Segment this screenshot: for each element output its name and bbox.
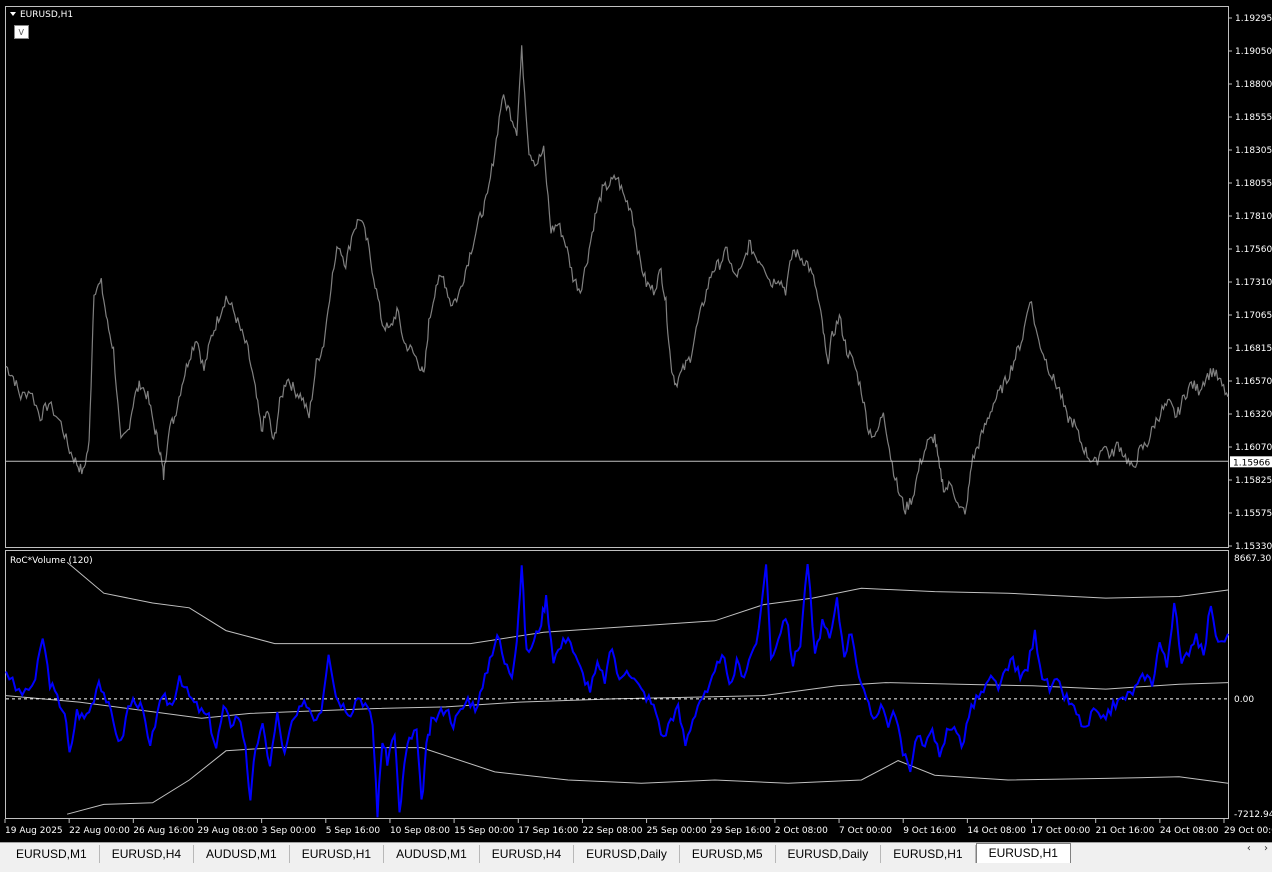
time-tick-label: 15 Sep 00:00 bbox=[454, 826, 514, 836]
chart-tab[interactable]: EURUSD,Daily bbox=[776, 845, 882, 863]
price-tick-label: 1.17560 bbox=[1235, 245, 1272, 255]
time-tick-label: 3 Sep 00:00 bbox=[262, 826, 317, 836]
time-axis: 19 Aug 2025 22 Aug 00:00 26 Aug 16:00 29 Au… bbox=[4, 819, 1272, 836]
time-tick-label: 25 Sep 00:00 bbox=[647, 826, 707, 836]
chart-tab-bar: EURUSD,M1 EURUSD,H4 AUDUSD,M1 EURUSD,H1 AUDU… bbox=[0, 842, 1272, 863]
mid-band-line bbox=[5, 682, 1229, 719]
time-tick-label: 17 Sep 16:00 bbox=[518, 826, 578, 836]
price-tick-label: 1.16070 bbox=[1235, 443, 1272, 453]
chart-tab[interactable]: EURUSD,Daily bbox=[574, 845, 680, 863]
price-tick-label: 1.17310 bbox=[1235, 278, 1272, 288]
indicator-pane-frame bbox=[5, 550, 1229, 819]
indicator-min-label: -7212.947 bbox=[1234, 810, 1272, 820]
time-tick-label: 19 Aug 2025 bbox=[5, 826, 63, 836]
time-tick-label: 9 Oct 16:00 bbox=[903, 826, 956, 836]
chart-tab[interactable]: EURUSD,H1 bbox=[290, 845, 385, 863]
price-tick-label: 1.18800 bbox=[1235, 80, 1272, 90]
chevron-right-icon[interactable]: › bbox=[1264, 843, 1268, 854]
chart-canvas[interactable]: 1.19295 1.19050 1.18800 1.18555 1.18305 1.180… bbox=[0, 0, 1272, 842]
price-tick-label: 1.18305 bbox=[1235, 146, 1272, 156]
lower-band-line bbox=[66, 747, 1229, 815]
time-tick-label: 21 Oct 16:00 bbox=[1096, 826, 1155, 836]
chart-tab[interactable]: AUDUSD,M1 bbox=[194, 845, 290, 863]
price-tick-label: 1.16320 bbox=[1235, 410, 1272, 420]
chart-tab[interactable]: EURUSD,H4 bbox=[480, 845, 575, 863]
indicator-label: RoC*Volume (120) bbox=[10, 556, 93, 566]
tab-scroll-controls: ‹ › bbox=[1237, 843, 1268, 854]
chart-tab[interactable]: EURUSD,H1 bbox=[975, 843, 1071, 863]
chart-tab[interactable]: EURUSD,H1 bbox=[881, 845, 976, 863]
status-bar bbox=[0, 863, 1272, 872]
time-tick-label: 7 Oct 00:00 bbox=[839, 826, 892, 836]
price-series-line bbox=[5, 45, 1229, 515]
current-price-label: 1.15966 bbox=[1233, 458, 1270, 468]
chart-tab[interactable]: EURUSD,H4 bbox=[100, 845, 195, 863]
time-tick-label: 5 Sep 16:00 bbox=[326, 826, 381, 836]
time-tick-label: 29 Oct 00:00 bbox=[1224, 826, 1272, 836]
price-tick-label: 1.15825 bbox=[1235, 476, 1272, 486]
price-tick-label: 1.15330 bbox=[1235, 542, 1272, 552]
price-tick-label: 1.17810 bbox=[1235, 212, 1272, 222]
chart-tab[interactable]: EURUSD,M5 bbox=[680, 845, 776, 863]
time-tick-label: 29 Aug 08:00 bbox=[197, 826, 258, 836]
indicator-zero-label: 0.00 bbox=[1234, 695, 1254, 705]
price-axis: 1.19295 1.19050 1.18800 1.18555 1.18305 1.180… bbox=[1228, 14, 1272, 552]
price-tick-label: 1.15575 bbox=[1235, 509, 1272, 519]
time-tick-label: 17 Oct 00:00 bbox=[1032, 826, 1091, 836]
time-tick-label: 29 Sep 16:00 bbox=[711, 826, 771, 836]
price-tick-label: 1.19295 bbox=[1235, 14, 1272, 24]
mode-toggle-label: V bbox=[19, 28, 25, 37]
time-tick-label: 14 Oct 08:00 bbox=[967, 826, 1026, 836]
time-tick-label: 2 Oct 08:00 bbox=[775, 826, 828, 836]
price-tick-label: 1.18555 bbox=[1235, 113, 1272, 123]
chart-tab[interactable]: AUDUSD,M1 bbox=[384, 845, 480, 863]
price-pane-frame bbox=[5, 6, 1229, 548]
indicator-max-label: 8667.303 bbox=[1234, 554, 1272, 564]
time-tick-label: 24 Oct 08:00 bbox=[1160, 826, 1219, 836]
time-tick-label: 22 Sep 08:00 bbox=[582, 826, 642, 836]
time-tick-label: 10 Sep 08:00 bbox=[390, 826, 450, 836]
price-tick-label: 1.16815 bbox=[1235, 344, 1272, 354]
price-tick-label: 1.19050 bbox=[1235, 47, 1272, 57]
time-tick-label: 22 Aug 00:00 bbox=[69, 826, 130, 836]
upper-band-line bbox=[66, 561, 1229, 645]
chevron-left-icon[interactable]: ‹ bbox=[1247, 843, 1251, 854]
symbol-label: EURUSD,H1 bbox=[20, 10, 73, 20]
chart-menu-triangle-icon[interactable] bbox=[10, 12, 16, 16]
price-tick-label: 1.17065 bbox=[1235, 311, 1272, 321]
price-tick-label: 1.18055 bbox=[1235, 179, 1272, 189]
price-tick-label: 1.16570 bbox=[1235, 377, 1272, 387]
chart-tab[interactable]: EURUSD,M1 bbox=[0, 845, 100, 863]
time-tick-label: 26 Aug 16:00 bbox=[133, 826, 194, 836]
